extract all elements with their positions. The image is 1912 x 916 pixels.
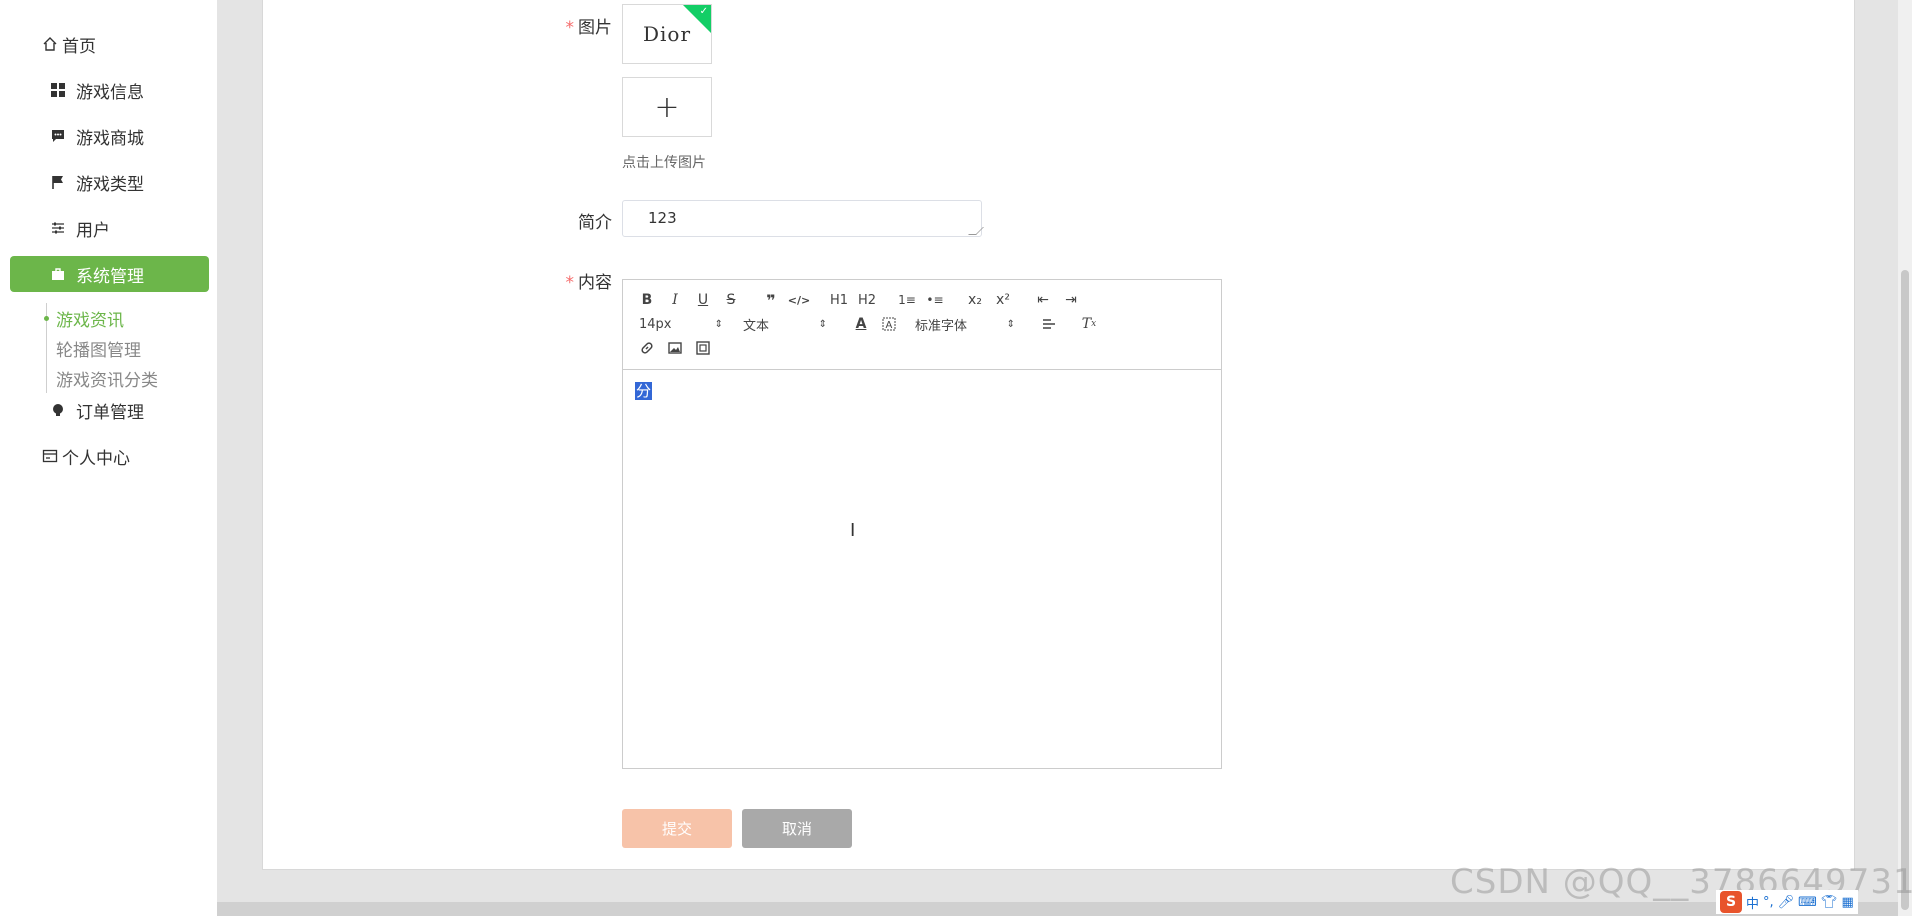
submenu-item-game-news[interactable]: 游戏资讯 xyxy=(44,303,206,333)
check-icon: ✓ xyxy=(699,6,708,17)
toolbar-row-2: 14px ⇕ 文本 ⇕ A A 标准字体 ⇕ Tx xyxy=(633,312,1211,336)
font-color-icon[interactable]: A xyxy=(847,312,875,336)
toolbar-row-1: B I U S ❞ </> H1 H2 1≡ •≡ x₂ x² ⇤ ⇥ xyxy=(633,288,1211,312)
briefcase-icon xyxy=(48,267,68,281)
upload-button[interactable]: + xyxy=(622,77,712,137)
selected-text: 分 xyxy=(635,382,653,400)
apps-icon[interactable]: ▦ xyxy=(1841,895,1853,910)
code-block-button[interactable]: </> xyxy=(785,288,813,312)
sidebar-item-label: 个人中心 xyxy=(62,448,130,469)
flag-icon xyxy=(48,175,68,189)
sliders-icon xyxy=(48,221,68,235)
ordered-list-button[interactable]: 1≡ xyxy=(893,288,921,312)
sidebar-item-label: 用户 xyxy=(76,220,110,241)
submenu-item-carousel[interactable]: 轮播图管理 xyxy=(47,333,206,363)
updown-arrow-icon: ⇕ xyxy=(818,318,827,330)
sidebar-item-game-info[interactable]: 游戏信息 xyxy=(10,72,209,108)
sogou-logo-icon: S xyxy=(1720,891,1742,913)
underline-button[interactable]: U xyxy=(689,288,717,312)
intro-value: 123 xyxy=(648,209,677,227)
blockquote-button[interactable]: ❞ xyxy=(757,288,785,312)
sidebar-item-label: 系统管理 xyxy=(76,266,144,287)
outdent-button[interactable]: ⇤ xyxy=(1029,288,1057,312)
italic-button[interactable]: I xyxy=(661,288,689,312)
subscript-button[interactable]: x₂ xyxy=(961,288,989,312)
video-icon[interactable] xyxy=(689,336,717,360)
header1-button[interactable]: H1 xyxy=(825,288,853,312)
id-card-icon xyxy=(40,448,60,464)
bulb-icon xyxy=(48,403,68,417)
header2-button[interactable]: H2 xyxy=(853,288,881,312)
sidebar-item-label: 游戏信息 xyxy=(76,82,144,103)
font-family-select[interactable]: 标准字体 ⇕ xyxy=(915,313,1015,335)
rich-text-editor: B I U S ❞ </> H1 H2 1≡ •≡ x₂ x² ⇤ ⇥ 14px… xyxy=(622,279,1222,769)
link-icon[interactable] xyxy=(633,336,661,360)
shirt-icon[interactable]: 👕︎ xyxy=(1821,895,1838,910)
scrollbar-thumb[interactable] xyxy=(1901,270,1909,910)
vertical-scrollbar[interactable] xyxy=(1898,0,1912,916)
strike-button[interactable]: S xyxy=(717,288,745,312)
submenu-item-news-category[interactable]: 游戏资讯分类 xyxy=(47,363,206,393)
bullet-list-button[interactable]: •≡ xyxy=(921,288,949,312)
sidebar: 首页 游戏信息 游戏商城 游戏类型 用户 系统管理 游戏资讯 轮播图管理 游戏资… xyxy=(0,0,217,916)
cancel-button[interactable]: 取消 xyxy=(742,809,852,848)
editor-content[interactable]: 分 xyxy=(623,370,1221,411)
sidebar-item-user[interactable]: 用户 xyxy=(10,210,209,246)
horizontal-scrollbar[interactable] xyxy=(217,902,1898,916)
sidebar-item-game-shop[interactable]: 游戏商城 xyxy=(10,118,209,154)
chat-icon xyxy=(48,129,68,143)
indent-button[interactable]: ⇥ xyxy=(1057,288,1085,312)
bold-button[interactable]: B xyxy=(633,288,661,312)
content-label: * 内容 xyxy=(565,273,613,293)
punctuation-icon[interactable]: °, xyxy=(1763,895,1774,910)
updown-arrow-icon: ⇕ xyxy=(1006,318,1015,330)
background-color-icon[interactable]: A xyxy=(875,312,903,336)
keyboard-icon[interactable]: ⌨︎ xyxy=(1798,895,1817,910)
ime-mode[interactable]: 中 xyxy=(1746,893,1759,912)
block-format-select[interactable]: 文本 ⇕ xyxy=(743,313,827,335)
uploaded-image-thumbnail[interactable]: Dior ✓ xyxy=(622,4,712,64)
sidebar-item-profile[interactable]: 个人中心 xyxy=(40,438,239,474)
image-icon[interactable] xyxy=(661,336,689,360)
intro-textarea[interactable]: 123 xyxy=(622,200,984,237)
sidebar-item-label: 首页 xyxy=(62,36,96,57)
grid-icon xyxy=(48,83,68,97)
submenu: 游戏资讯 轮播图管理 游戏资讯分类 xyxy=(44,303,206,393)
sidebar-item-system[interactable]: 系统管理 xyxy=(10,256,209,292)
sidebar-item-label: 订单管理 xyxy=(76,402,144,423)
upload-tip: 点击上传图片 xyxy=(622,155,706,171)
intro-label: 简介 xyxy=(578,213,612,233)
home-icon xyxy=(40,36,60,52)
clear-format-icon[interactable]: Tx xyxy=(1075,312,1103,336)
image-label: * 图片 xyxy=(565,18,613,38)
sidebar-item-home[interactable]: 首页 xyxy=(40,26,239,62)
toolbar-row-3 xyxy=(633,336,1211,360)
sidebar-item-game-type[interactable]: 游戏类型 xyxy=(10,164,209,200)
superscript-button[interactable]: x² xyxy=(989,288,1017,312)
ime-toolbar[interactable]: S 中 °, 🎤︎ ⌨︎ 👕︎ ▦ xyxy=(1716,890,1858,914)
font-size-select[interactable]: 14px ⇕ xyxy=(639,313,723,335)
sidebar-item-label: 游戏商城 xyxy=(76,128,144,149)
updown-arrow-icon: ⇕ xyxy=(714,318,723,330)
submit-button[interactable]: 提交 xyxy=(622,809,732,848)
text-cursor-icon: I xyxy=(850,520,856,541)
microphone-icon[interactable]: 🎤︎ xyxy=(1778,895,1795,910)
sidebar-item-orders[interactable]: 订单管理 xyxy=(10,392,209,428)
svg-text:A: A xyxy=(886,320,893,331)
align-icon[interactable] xyxy=(1035,312,1063,336)
sidebar-item-label: 游戏类型 xyxy=(76,174,144,195)
plus-icon: + xyxy=(654,89,680,125)
resize-handle-icon[interactable] xyxy=(968,227,984,235)
editor-toolbar: B I U S ❞ </> H1 H2 1≡ •≡ x₂ x² ⇤ ⇥ 14px… xyxy=(623,280,1221,370)
